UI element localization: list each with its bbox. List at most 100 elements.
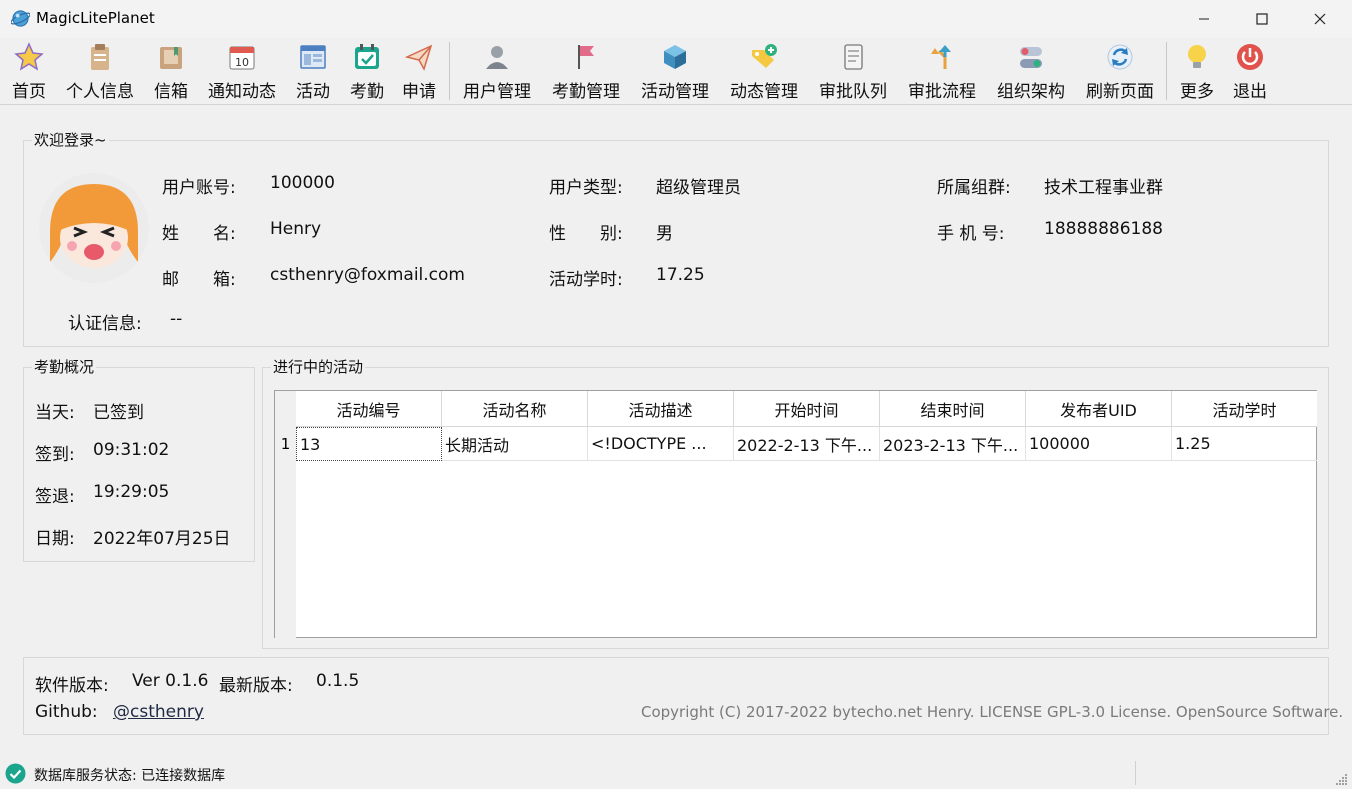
row-number[interactable]: 1 xyxy=(275,427,296,461)
check-calendar-icon xyxy=(350,40,384,73)
toolbar-refresh-button[interactable]: 刷新页面 xyxy=(1082,40,1158,102)
window-icon xyxy=(296,40,330,73)
toolbar-separator xyxy=(1166,42,1167,100)
maximize-button[interactable] xyxy=(1233,0,1291,38)
table-cell[interactable]: 2022-2-13 下午... xyxy=(734,427,880,461)
close-icon xyxy=(1314,13,1326,25)
toolbar-mailbox-button[interactable]: 信箱 xyxy=(150,40,192,102)
table-cell[interactable]: 1.25 xyxy=(1172,427,1317,461)
version-value: Ver 0.1.6 xyxy=(132,671,209,691)
toolbar-more-button[interactable]: 更多 xyxy=(1176,40,1218,102)
latest-version-value: 0.1.5 xyxy=(316,671,360,691)
email-value: csthenry@foxmail.com xyxy=(270,265,465,285)
star-icon xyxy=(12,40,46,73)
version-label: 软件版本: xyxy=(35,676,109,696)
column-header[interactable]: 活动学时 xyxy=(1172,391,1317,427)
phone-label: 手 机 号: xyxy=(937,224,1005,244)
minimize-icon xyxy=(1199,18,1209,20)
column-header[interactable]: 活动名称 xyxy=(442,391,588,427)
user-icon xyxy=(480,40,514,73)
welcome-title: 欢迎登录~ xyxy=(32,131,109,149)
account-label: 用户账号: xyxy=(162,178,236,198)
scroll-icon xyxy=(836,40,870,73)
toolbar-approval-queue-button[interactable]: 审批队列 xyxy=(815,40,891,102)
toolbar-org-button[interactable]: 组织架构 xyxy=(993,40,1069,102)
name-label: 姓 名: xyxy=(162,224,236,244)
activities-title: 进行中的活动 xyxy=(271,358,366,376)
maximize-icon xyxy=(1256,13,1268,25)
cert-label: 认证信息: xyxy=(68,314,142,334)
clipboard-icon xyxy=(83,40,117,73)
svg-text:10: 10 xyxy=(235,56,249,69)
window-title: MagicLitePlanet xyxy=(36,9,155,27)
today-value: 已签到 xyxy=(93,403,144,423)
table-cell[interactable]: 2023-2-13 下午... xyxy=(880,427,1026,461)
footer-group xyxy=(23,657,1329,735)
user-type-value: 超级管理员 xyxy=(656,178,741,198)
toolbar-attendance-mgmt-button[interactable]: 考勤管理 xyxy=(548,40,624,102)
toolbar-profile-button[interactable]: 个人信息 xyxy=(62,40,138,102)
latest-version-label: 最新版本: xyxy=(219,676,293,696)
toolbar-apply-button[interactable]: 申请 xyxy=(398,40,440,102)
column-header[interactable]: 活动编号 xyxy=(296,391,442,427)
minimize-button[interactable] xyxy=(1175,0,1233,38)
paper-plane-icon xyxy=(402,40,436,73)
refresh-icon xyxy=(1103,40,1137,73)
toolbar-exit-button[interactable]: 退出 xyxy=(1229,40,1271,102)
toolbar-notice-button[interactable]: 10 通知动态 xyxy=(204,40,280,102)
group-value: 技术工程事业群 xyxy=(1044,178,1163,198)
close-button[interactable] xyxy=(1291,0,1349,38)
toolbar-separator xyxy=(449,42,450,100)
toolbar-approval-flow-button[interactable]: 审批流程 xyxy=(904,40,980,102)
column-header[interactable]: 结束时间 xyxy=(880,391,1026,427)
signin-label: 签到: xyxy=(35,445,75,465)
status-separator xyxy=(1135,761,1136,785)
db-status-text: 数据库服务状态: 已连接数据库 xyxy=(34,768,226,784)
github-label: Github: xyxy=(35,702,98,722)
user-type-label: 用户类型: xyxy=(549,178,623,198)
gender-label: 性 别: xyxy=(549,224,623,244)
group-label: 所属组群: xyxy=(937,178,1011,198)
toolbar: 首页 个人信息 信箱 10 通知动态 活动 考勤 申请 用户管理 考勤管理 活动… xyxy=(0,38,1352,105)
calendar-icon: 10 xyxy=(225,40,259,73)
signout-value: 19:29:05 xyxy=(93,482,170,502)
toolbar-activity-button[interactable]: 活动 xyxy=(292,40,334,102)
cert-value: -- xyxy=(170,309,183,329)
toggle-icon xyxy=(1014,40,1048,73)
github-link[interactable]: @csthenry xyxy=(113,702,204,722)
cube-icon xyxy=(658,40,692,73)
activities-table[interactable]: 活动编号 活动名称 活动描述 开始时间 结束时间 发布者UID 活动学时 1 1… xyxy=(274,390,1317,639)
table-cell[interactable]: 长期活动 xyxy=(442,427,588,461)
today-label: 当天: xyxy=(35,403,75,423)
table-cell[interactable]: <!DOCTYPE ... xyxy=(588,427,734,461)
table-cell[interactable]: 13 xyxy=(296,427,442,461)
status-bar: 数据库服务状态: 已连接数据库 xyxy=(0,757,1352,789)
check-circle-icon xyxy=(5,763,26,784)
toolbar-home-button[interactable]: 首页 xyxy=(8,40,50,102)
hours-value: 17.25 xyxy=(656,265,705,285)
column-header[interactable]: 开始时间 xyxy=(734,391,880,427)
account-value: 100000 xyxy=(270,173,335,193)
resize-grip-icon[interactable] xyxy=(1334,772,1348,786)
toolbar-attendance-button[interactable]: 考勤 xyxy=(346,40,388,102)
date-label: 日期: xyxy=(35,529,75,549)
flag-icon xyxy=(569,40,603,73)
toolbar-activity-mgmt-button[interactable]: 活动管理 xyxy=(637,40,713,102)
hours-label: 活动学时: xyxy=(549,270,623,290)
toolbar-dynamic-mgmt-button[interactable]: 动态管理 xyxy=(726,40,802,102)
table-cell[interactable]: 100000 xyxy=(1026,427,1172,461)
column-header[interactable]: 发布者UID xyxy=(1026,391,1172,427)
toolbar-user-mgmt-button[interactable]: 用户管理 xyxy=(459,40,535,102)
signout-label: 签退: xyxy=(35,487,75,507)
copyright-text: Copyright (C) 2017-2022 bytecho.net Henr… xyxy=(641,703,1344,721)
power-icon xyxy=(1233,40,1267,73)
phone-value: 18888886188 xyxy=(1044,219,1163,239)
bulb-icon xyxy=(1180,40,1214,73)
signin-value: 09:31:02 xyxy=(93,440,170,460)
column-header[interactable]: 活动描述 xyxy=(588,391,734,427)
date-value: 2022年07月25日 xyxy=(93,529,231,549)
planet-icon xyxy=(11,10,30,27)
mailbox-icon xyxy=(154,40,188,73)
attendance-title: 考勤概况 xyxy=(32,358,97,376)
gender-value: 男 xyxy=(656,224,673,244)
